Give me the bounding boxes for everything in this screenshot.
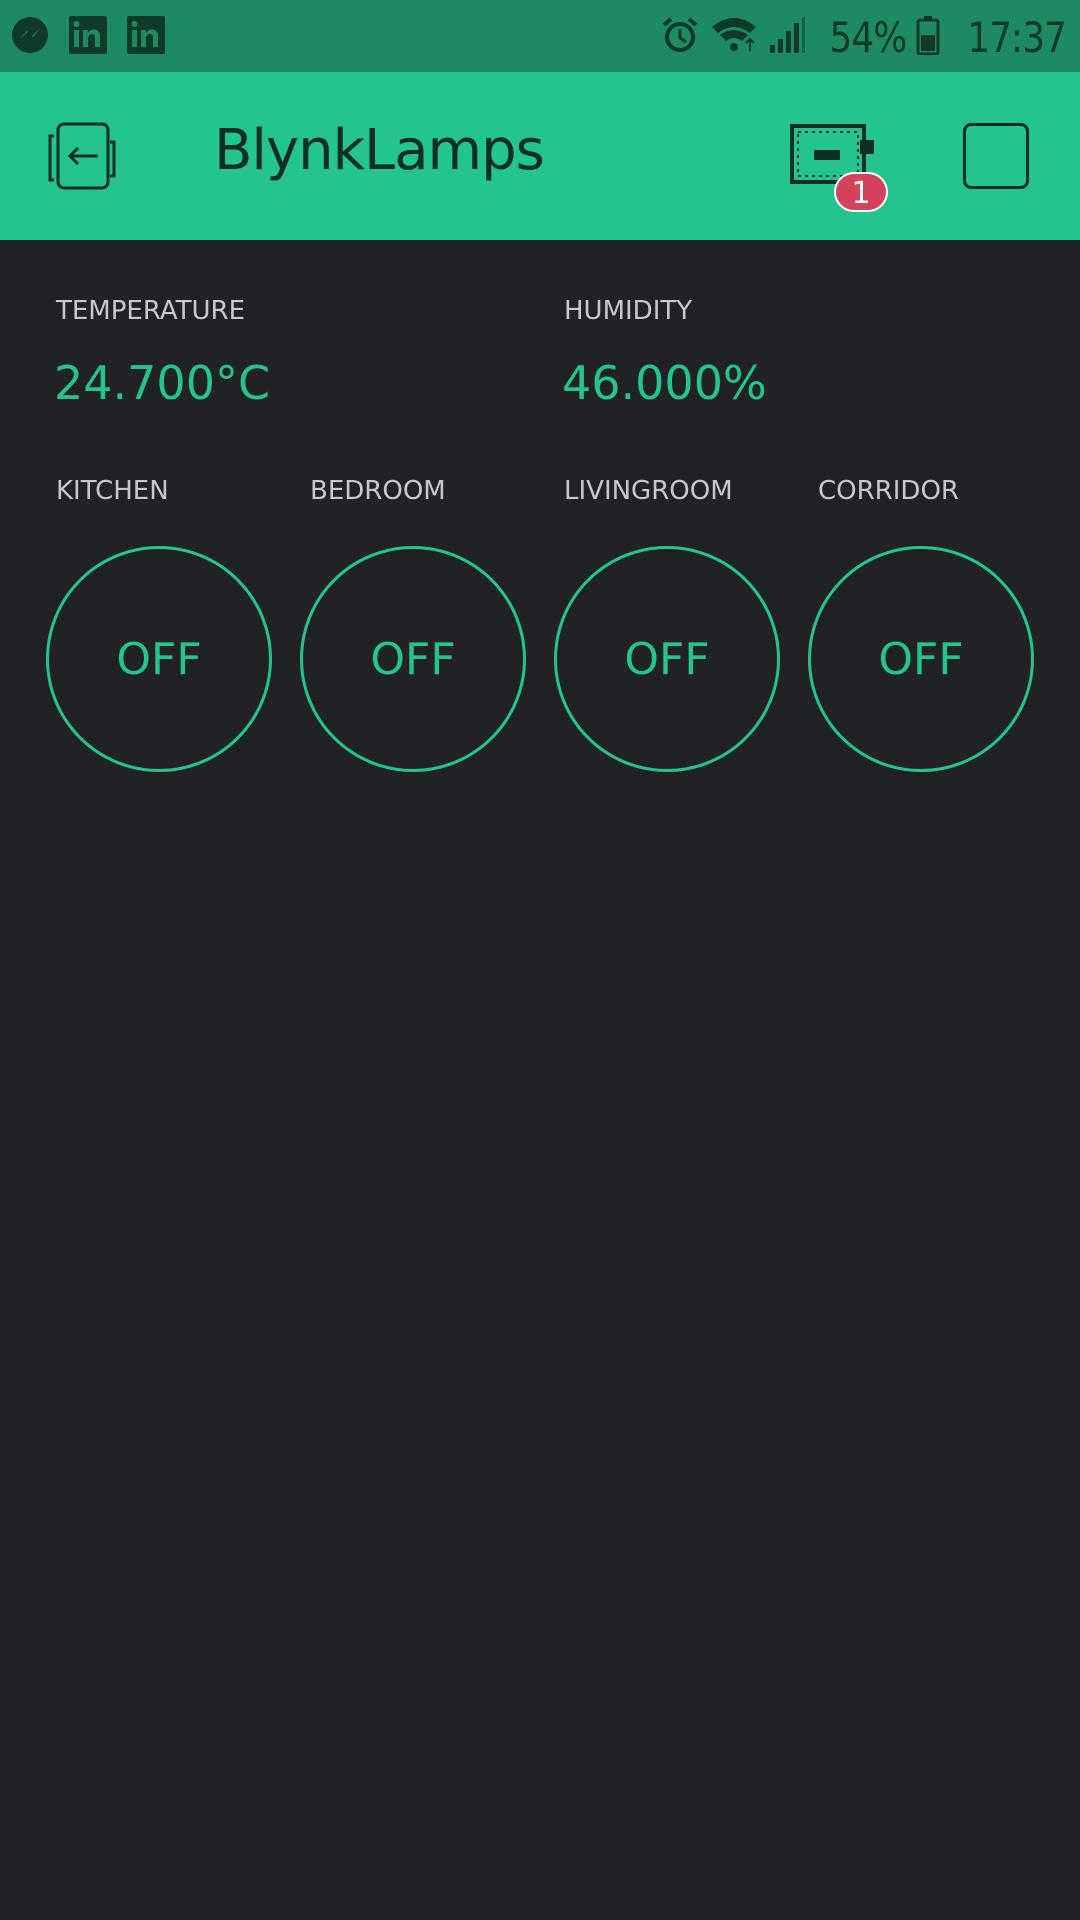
exit-button[interactable] (44, 120, 120, 196)
wifi-icon (710, 15, 758, 59)
clock: 17:37 (967, 12, 1066, 62)
kitchen-lamp-button[interactable]: OFF (46, 546, 272, 772)
temperature-label: TEMPERATURE (56, 296, 246, 326)
humidity-label: HUMIDITY (564, 296, 693, 326)
bedroom-lamp-state: OFF (370, 633, 456, 685)
battery-percent: 54% (829, 12, 907, 62)
kitchen-lamp-state: OFF (116, 633, 202, 685)
play-button[interactable] (963, 123, 1029, 189)
corridor-lamp-button[interactable]: OFF (808, 546, 1034, 772)
bedroom-lamp-button[interactable]: OFF (300, 546, 526, 772)
linkedin-icon (126, 15, 166, 55)
device-count-badge: 1 (834, 172, 888, 212)
signal-icon (768, 15, 806, 59)
system-status: 54% 17:37 (660, 8, 1067, 66)
corridor-label: CORRIDOR (818, 476, 959, 506)
alarm-icon (660, 15, 700, 59)
messenger-icon (10, 15, 50, 55)
corridor-lamp-state: OFF (878, 633, 964, 685)
humidity-value: 46.000% (562, 356, 767, 410)
battery-icon (916, 15, 940, 59)
app-bar: BlynkLamps 1 (0, 72, 1080, 240)
bedroom-label: BEDROOM (310, 476, 446, 506)
status-bar: 54% 17:37 (0, 0, 1080, 72)
livingroom-lamp-button[interactable]: OFF (554, 546, 780, 772)
kitchen-label: KITCHEN (56, 476, 169, 506)
notification-icons (10, 15, 166, 55)
livingroom-lamp-state: OFF (624, 633, 710, 685)
temperature-value: 24.700°C (54, 356, 271, 410)
livingroom-label: LIVINGROOM (564, 476, 733, 506)
linkedin-icon (68, 15, 108, 55)
page-title: BlynkLamps (214, 118, 545, 183)
exit-icon (48, 122, 116, 190)
